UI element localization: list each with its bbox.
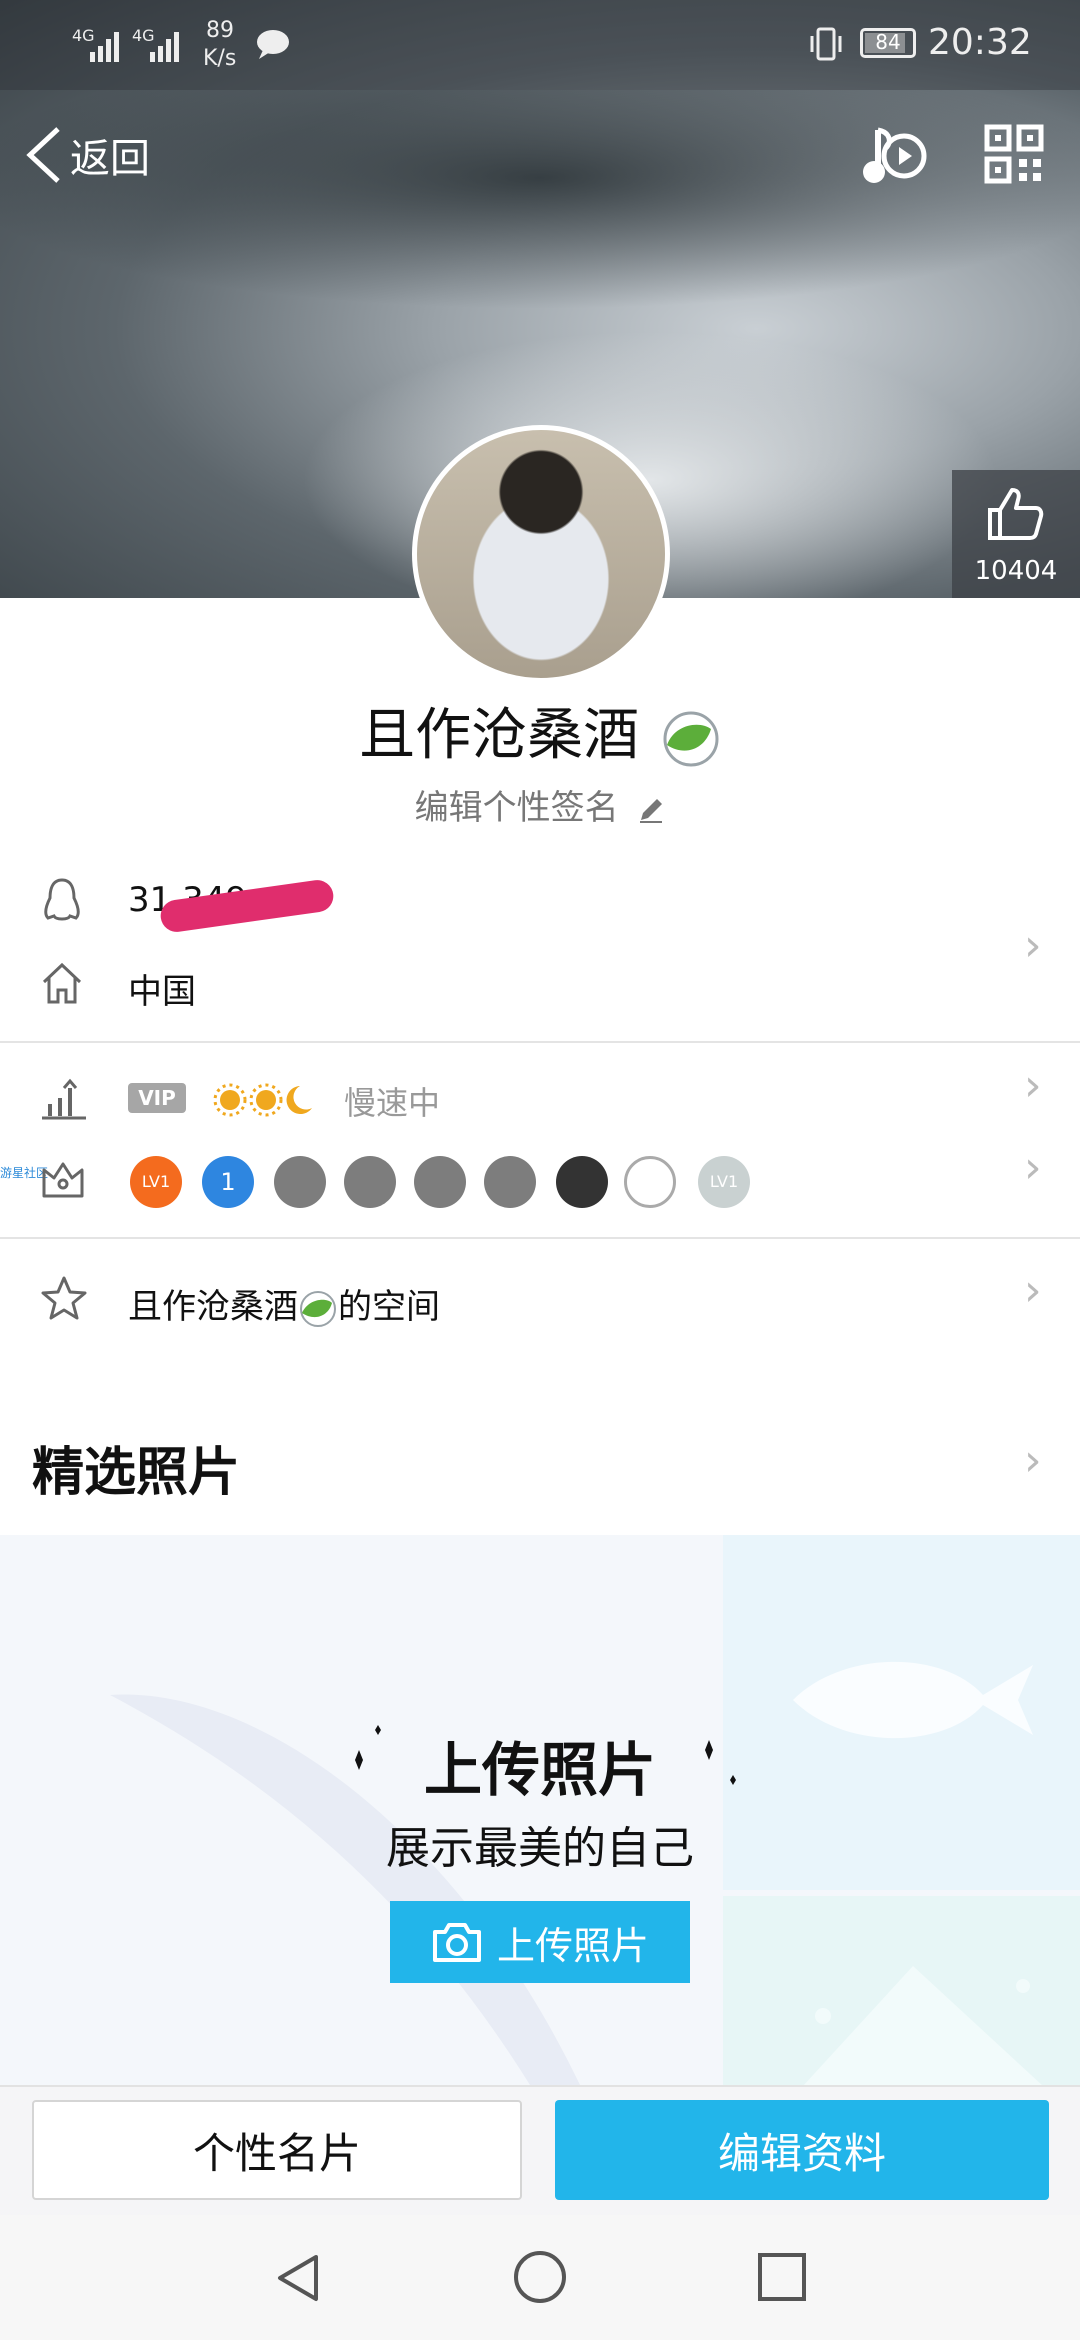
star-outline-icon bbox=[41, 1276, 87, 1320]
clock: 20:32 bbox=[928, 22, 1032, 63]
space-row[interactable]: 且作沧桑酒 的空间 › bbox=[0, 1255, 1080, 1345]
chevron-right-icon: › bbox=[1024, 1142, 1042, 1193]
profile-name: 且作沧桑酒 bbox=[0, 690, 1080, 771]
leaf-icon bbox=[663, 711, 719, 767]
space-label: 且作沧桑酒 的空间 bbox=[128, 1279, 440, 1329]
home-icon bbox=[42, 962, 82, 1004]
vip-badge: VIP bbox=[128, 1083, 186, 1113]
nav-home-icon[interactable] bbox=[512, 2249, 568, 2305]
chevron-right-icon: › bbox=[1024, 920, 1042, 971]
avatar[interactable] bbox=[412, 425, 670, 683]
upload-title: 上传照片 bbox=[423, 1736, 656, 1804]
thumbs-up-icon bbox=[988, 488, 1044, 540]
net-speed-value: 89 bbox=[206, 18, 234, 43]
level-up-icon bbox=[42, 1078, 86, 1120]
chevron-left-icon bbox=[26, 127, 60, 183]
message-notification-icon bbox=[257, 30, 289, 59]
edit-profile-button[interactable]: 编辑资料 bbox=[555, 2100, 1049, 2200]
vibrate-icon bbox=[810, 27, 842, 61]
badge-star: 1 bbox=[202, 1156, 254, 1208]
level-status: 慢速中 bbox=[344, 1084, 441, 1122]
featured-photos-chevron-icon[interactable]: › bbox=[1024, 1435, 1042, 1486]
profile-name-text: 且作沧桑酒 bbox=[359, 703, 640, 768]
badge-lv1-diamond: LV1 bbox=[698, 1156, 750, 1208]
crown-icon bbox=[42, 1162, 84, 1198]
net-speed-unit: K/s bbox=[203, 46, 237, 71]
mountain-illustration-icon bbox=[803, 1966, 1043, 2086]
badge-cloud bbox=[624, 1156, 676, 1208]
nav-back-icon[interactable] bbox=[272, 2251, 326, 2305]
leaf-icon bbox=[300, 1290, 336, 1327]
account-info-row[interactable]: 31 349 中国 › bbox=[0, 860, 1080, 1040]
like-count: 10404 bbox=[974, 556, 1058, 586]
qr-code-button[interactable] bbox=[984, 124, 1044, 184]
music-note-icon bbox=[863, 127, 927, 183]
badge-list: LV1 1 LV1 bbox=[130, 1156, 760, 1212]
upload-subtitle: 展示最美的自己 bbox=[386, 1823, 694, 1874]
upload-button-label: 上传照片 bbox=[496, 1923, 649, 1968]
divider bbox=[0, 1237, 1080, 1239]
level-suns-icon bbox=[213, 1083, 312, 1117]
featured-photos-title: 精选照片 bbox=[32, 1443, 241, 1503]
pencil-icon bbox=[640, 798, 663, 823]
music-button[interactable] bbox=[860, 122, 928, 190]
penguin-icon bbox=[44, 878, 80, 921]
badge-penguin-1 bbox=[274, 1156, 326, 1208]
chevron-right-icon: › bbox=[1024, 1265, 1042, 1316]
divider bbox=[0, 1041, 1080, 1043]
like-button[interactable]: 10404 bbox=[952, 470, 1080, 598]
upload-photo-button[interactable]: 上传照片 bbox=[390, 1901, 690, 1983]
photo-placeholder-mountain bbox=[723, 1896, 1080, 2086]
badge-penguin-3 bbox=[414, 1156, 466, 1208]
battery-icon: 84 bbox=[860, 28, 916, 58]
badge-lv1-fire: LV1 bbox=[130, 1156, 182, 1208]
camera-icon bbox=[432, 1923, 481, 1962]
chevron-right-icon: › bbox=[1024, 1060, 1042, 1111]
nav-recents-icon[interactable] bbox=[756, 2251, 808, 2303]
status-bar: 4G 4G 89 K/s 84 20:32 bbox=[0, 0, 1080, 90]
space-owner-name: 且作沧桑酒 bbox=[128, 1287, 298, 1327]
badge-penguin-crown bbox=[556, 1156, 608, 1208]
space-suffix: 的空间 bbox=[338, 1287, 440, 1327]
back-button[interactable]: 返回 bbox=[22, 120, 150, 190]
signature-row[interactable]: 编辑个性签名 bbox=[0, 780, 1080, 829]
signal-2-icon bbox=[150, 32, 179, 62]
signal-1-icon bbox=[90, 32, 119, 62]
badge-penguin-4 bbox=[484, 1156, 536, 1208]
system-nav-bar bbox=[0, 2215, 1080, 2340]
location: 中国 bbox=[128, 972, 196, 1012]
qr-code-icon bbox=[984, 124, 1044, 184]
signature-text: 编辑个性签名 bbox=[414, 788, 619, 828]
profile-card-button[interactable]: 个性名片 bbox=[32, 2100, 522, 2200]
badge-penguin-2 bbox=[344, 1156, 396, 1208]
back-label: 返回 bbox=[70, 136, 150, 182]
battery-level: 84 bbox=[875, 30, 901, 54]
